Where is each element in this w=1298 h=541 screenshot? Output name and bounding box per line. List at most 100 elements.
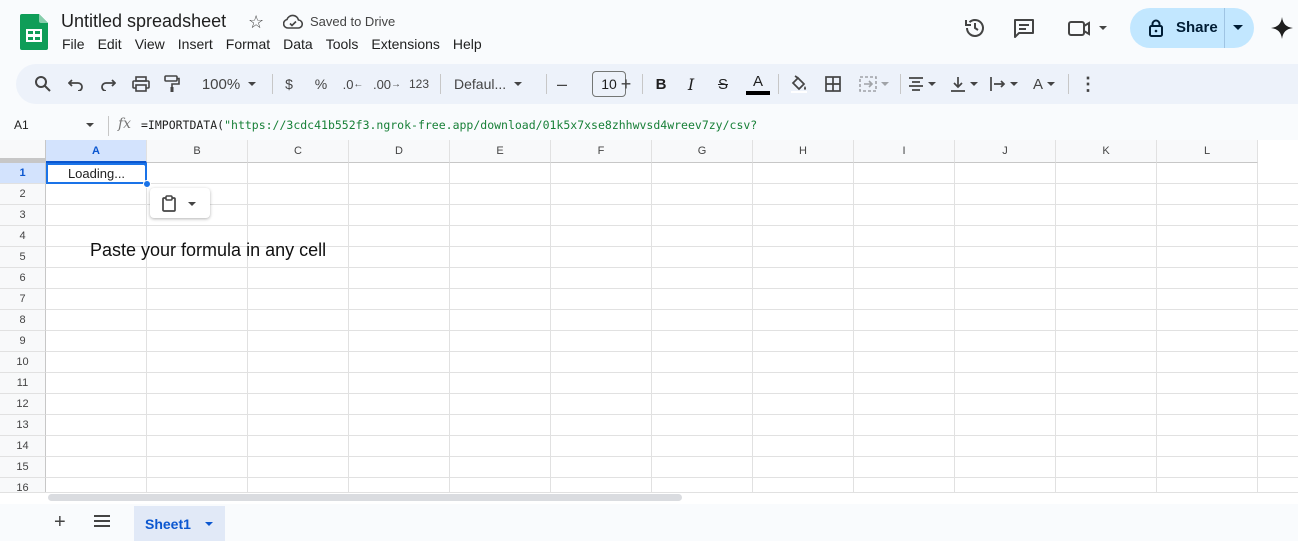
name-box-dropdown-icon[interactable]: [86, 123, 94, 127]
add-sheet-icon[interactable]: +: [54, 511, 66, 534]
more-formats-button[interactable]: 123: [406, 64, 432, 104]
row-header-15[interactable]: 15: [0, 457, 46, 478]
selected-cell-a1[interactable]: Loading...: [46, 163, 147, 184]
menu-format[interactable]: Format: [226, 36, 277, 52]
cell-grid[interactable]: A B C D E F G H I J K L 1 2 3 4 5 6 7 8 9 10 11 12 13 14 15 16 Loadi…: [0, 140, 1298, 492]
name-box[interactable]: A1: [14, 118, 29, 132]
row-header-10[interactable]: 10: [0, 352, 46, 373]
grid-line: [46, 372, 1298, 373]
row-header-12[interactable]: 12: [0, 394, 46, 415]
increase-font-size-button[interactable]: +: [616, 64, 636, 104]
print-icon[interactable]: [128, 64, 154, 104]
search-menus-icon[interactable]: [30, 64, 56, 104]
grid-line: [550, 163, 551, 492]
row-header-1[interactable]: 1: [0, 163, 46, 184]
share-dropdown-icon[interactable]: [1233, 25, 1243, 30]
font-select[interactable]: Defaul...: [446, 64, 536, 104]
italic-button[interactable]: I: [680, 64, 702, 104]
percent-format-button[interactable]: %: [310, 64, 332, 104]
font-value: Defaul...: [454, 76, 507, 92]
decrease-decimal-button[interactable]: .0 ←: [340, 64, 366, 104]
row-header-4[interactable]: 4: [0, 226, 46, 247]
column-header-d[interactable]: D: [349, 140, 450, 163]
column-header-b[interactable]: B: [147, 140, 248, 163]
row-header-11[interactable]: 11: [0, 373, 46, 394]
redo-icon[interactable]: [96, 64, 120, 104]
comments-icon[interactable]: [1012, 16, 1036, 40]
meet-video-icon[interactable]: [1067, 16, 1111, 40]
menu-edit[interactable]: Edit: [98, 36, 129, 52]
undo-icon[interactable]: [64, 64, 88, 104]
paste-options-button[interactable]: [150, 188, 210, 218]
row-header-5[interactable]: 5: [0, 247, 46, 268]
document-title[interactable]: Untitled spreadsheet: [61, 11, 226, 32]
column-header-l[interactable]: L: [1157, 140, 1258, 163]
row-header-6[interactable]: 6: [0, 268, 46, 289]
overlay-hint-text: Paste your formula in any cell: [90, 240, 327, 260]
strikethrough-button[interactable]: S: [712, 64, 734, 104]
text-color-button[interactable]: A: [744, 64, 772, 104]
grid-line: [1156, 163, 1157, 492]
column-header-i[interactable]: I: [854, 140, 955, 163]
column-header-f[interactable]: F: [551, 140, 652, 163]
menu-data[interactable]: Data: [283, 36, 320, 52]
text-wrapping-icon[interactable]: [986, 64, 1022, 104]
row-header-2[interactable]: 2: [0, 184, 46, 205]
menu-file[interactable]: File: [62, 36, 92, 52]
formula-bar-divider: [108, 116, 109, 136]
paint-format-icon[interactable]: [160, 64, 184, 104]
fill-handle[interactable]: [143, 180, 151, 188]
text-color-swatch: [746, 90, 770, 95]
sheet-tab-dropdown-icon[interactable]: [205, 522, 213, 526]
horizontal-scrollbar-thumb[interactable]: [48, 494, 682, 501]
all-sheets-icon[interactable]: [93, 514, 111, 528]
decrease-font-size-button[interactable]: –: [552, 64, 572, 104]
star-icon[interactable]: ☆: [248, 12, 264, 33]
save-status: Saved to Drive: [310, 14, 396, 29]
sheets-logo-icon[interactable]: [20, 14, 48, 50]
row-header-8[interactable]: 8: [0, 310, 46, 331]
share-button[interactable]: Share: [1130, 8, 1254, 48]
more-options-icon[interactable]: ⋮: [1078, 64, 1098, 104]
column-header-c[interactable]: C: [248, 140, 349, 163]
borders-icon[interactable]: [820, 64, 846, 104]
grid-line: [348, 163, 349, 492]
grid-line: [46, 267, 1298, 268]
row-header-13[interactable]: 13: [0, 415, 46, 436]
menu-help[interactable]: Help: [453, 36, 489, 52]
fill-color-icon[interactable]: [786, 64, 812, 104]
share-label: Share: [1176, 19, 1218, 36]
column-header-h[interactable]: H: [753, 140, 854, 163]
vertical-align-icon[interactable]: [946, 64, 982, 104]
column-header-a[interactable]: A: [46, 140, 147, 163]
zoom-select[interactable]: 100%: [194, 64, 264, 104]
formula-input[interactable]: =IMPORTDATA("https://3cdc41b552f3.ngrok-…: [141, 118, 757, 132]
column-header-j[interactable]: J: [955, 140, 1056, 163]
menu-tools[interactable]: Tools: [326, 36, 366, 52]
menu-extensions[interactable]: Extensions: [371, 36, 446, 52]
column-header-k[interactable]: K: [1056, 140, 1157, 163]
horizontal-align-icon[interactable]: [904, 64, 940, 104]
merge-cells-icon[interactable]: [854, 64, 894, 104]
text-rotation-icon[interactable]: A: [1026, 64, 1062, 104]
valign-dropdown-icon: [970, 82, 978, 86]
currency-format-button[interactable]: $: [278, 64, 300, 104]
version-history-icon[interactable]: [963, 16, 987, 40]
select-all-corner[interactable]: [0, 140, 46, 163]
row-header-9[interactable]: 9: [0, 331, 46, 352]
row-header-14[interactable]: 14: [0, 436, 46, 457]
menu-view[interactable]: View: [135, 36, 172, 52]
sheet-tab-sheet1[interactable]: Sheet1: [134, 506, 225, 541]
column-header-e[interactable]: E: [450, 140, 551, 163]
increase-decimal-button[interactable]: .00 →: [372, 64, 402, 104]
row-header-16[interactable]: 16: [0, 478, 46, 492]
toolbar-divider: [1068, 74, 1069, 94]
gemini-sparkle-icon[interactable]: [1270, 16, 1294, 40]
grid-line: [146, 163, 147, 492]
menu-insert[interactable]: Insert: [178, 36, 220, 52]
row-header-7[interactable]: 7: [0, 289, 46, 310]
row-header-3[interactable]: 3: [0, 205, 46, 226]
toolbar: 100% $ % .0 ← .00 → 123 Defaul... – 10 + B…: [16, 64, 1298, 104]
column-header-g[interactable]: G: [652, 140, 753, 163]
bold-button[interactable]: B: [650, 64, 672, 104]
